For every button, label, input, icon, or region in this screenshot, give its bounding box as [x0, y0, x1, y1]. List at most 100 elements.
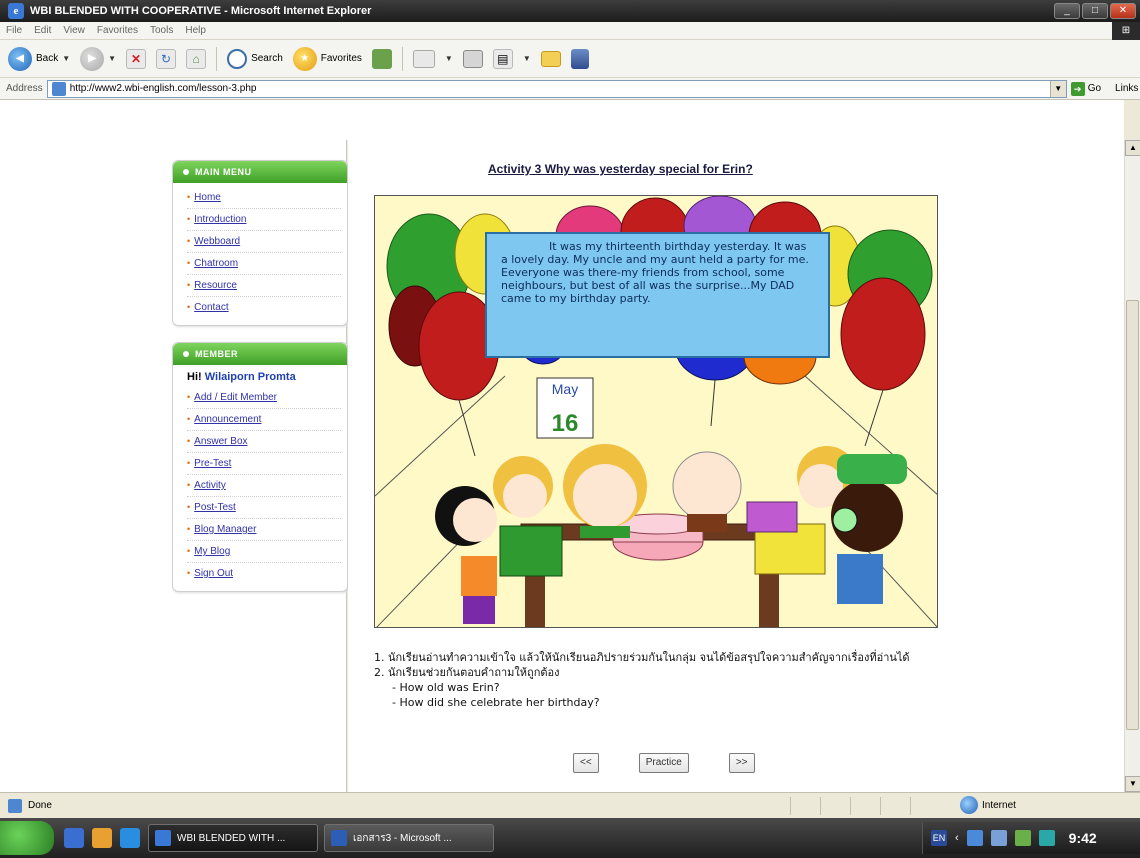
address-input[interactable]: http://www2.wbi-english.com/lesson-3.php… — [46, 79, 1067, 98]
ie-quicklaunch-icon[interactable] — [120, 828, 140, 848]
menu-view[interactable]: View — [63, 25, 85, 36]
toolbar-separator — [216, 46, 218, 71]
quicklaunch-icon[interactable] — [92, 828, 112, 848]
task-ie-window[interactable]: WBI BLENDED WITH ... — [148, 824, 318, 852]
member-menu-item-answer-box[interactable]: • Answer Box — [187, 431, 341, 453]
security-icon[interactable] — [1038, 830, 1055, 846]
practice-button[interactable]: Practice — [638, 753, 689, 773]
member-menu-item-blog-manager[interactable]: • Blog Manager — [187, 519, 341, 541]
clock[interactable]: 9:42 — [1069, 830, 1097, 846]
member-menu-item-pre-test[interactable]: • Pre-Test — [187, 453, 341, 475]
main-menu-item-introduction[interactable]: • Introduction — [187, 209, 341, 231]
main-menu-item-chatroom[interactable]: • Chatroom — [187, 253, 341, 275]
refresh-icon[interactable]: ↻ — [156, 48, 177, 69]
story-text: It was my thirteenth birthday yesterday.… — [501, 240, 809, 305]
link-sign-out[interactable]: Sign Out — [194, 568, 233, 579]
link-chatroom[interactable]: Chatroom — [194, 258, 238, 269]
link-home[interactable]: Home — [194, 192, 221, 203]
link-introduction[interactable]: Introduction — [194, 214, 246, 225]
back-button[interactable]: ◀ Back ▼ — [8, 46, 70, 71]
main-menu-header: MAIN MENU — [173, 161, 347, 183]
question-2: - How did she celebrate her birthday? — [392, 696, 600, 709]
ie-icon: e — [8, 3, 24, 19]
main-menu-item-contact[interactable]: • Contact — [187, 297, 341, 319]
search-icon — [227, 48, 248, 69]
member-menu-item-activity[interactable]: • Activity — [187, 475, 341, 497]
link-resource[interactable]: Resource — [194, 280, 237, 291]
link-webboard[interactable]: Webboard — [194, 236, 240, 247]
link-announcement[interactable]: Announcement — [194, 414, 261, 425]
dropdown-arrow-icon[interactable]: ▼ — [62, 54, 70, 63]
print-icon[interactable] — [462, 49, 483, 68]
previous-button[interactable]: << — [573, 753, 599, 773]
link-add-edit-member[interactable]: Add / Edit Member — [194, 392, 277, 403]
forward-button[interactable]: ▶ ▼ — [80, 46, 116, 71]
windows-logo-icon: ⊞ — [1112, 22, 1140, 40]
scroll-down-icon[interactable]: ▼ — [1125, 776, 1140, 792]
member-name: Wilaiporn Promta — [204, 371, 296, 383]
menu-tools[interactable]: Tools — [150, 25, 173, 36]
instructions: 1. นักเรียนอ่านทำความเข้าใจ แล้วให้นักเร… — [374, 650, 994, 710]
start-button[interactable] — [0, 821, 54, 855]
minimize-button[interactable]: _ — [1054, 3, 1080, 19]
main-menu-item-webboard[interactable]: • Webboard — [187, 231, 341, 253]
menu-favorites[interactable]: Favorites — [97, 25, 138, 36]
folder-icon[interactable] — [540, 50, 561, 67]
media-icon[interactable] — [371, 48, 392, 69]
dropdown-arrow-icon[interactable]: ▼ — [523, 54, 531, 63]
link-blog-manager[interactable]: Blog Manager — [194, 524, 256, 535]
links-button[interactable]: Links — [1115, 83, 1138, 94]
network-icon[interactable] — [966, 830, 983, 846]
calendar-month: May — [552, 381, 578, 397]
mail-icon[interactable] — [412, 49, 435, 68]
question-1: - How old was Erin? — [392, 681, 500, 694]
dropdown-arrow-icon[interactable]: ▼ — [108, 54, 116, 63]
menu-help[interactable]: Help — [185, 25, 206, 36]
task-ie-label: WBI BLENDED WITH ... — [177, 832, 286, 844]
bullet-icon: • — [187, 214, 191, 224]
tray-expand-icon[interactable]: ‹ — [955, 832, 959, 844]
ie-icon — [155, 830, 171, 846]
link-my-blog[interactable]: My Blog — [194, 546, 230, 557]
scroll-thumb[interactable] — [1126, 300, 1139, 730]
monitor-icon[interactable] — [990, 830, 1007, 846]
task-word-window[interactable]: เอกสาร3 - Microsoft ... — [324, 824, 494, 852]
address-dropdown-icon[interactable]: ▼ — [1049, 80, 1066, 97]
main-menu-item-home[interactable]: • Home — [187, 187, 341, 209]
stop-icon[interactable]: ✕ — [126, 48, 147, 69]
member-menu-item-my-blog[interactable]: • My Blog — [187, 541, 341, 563]
program-icon[interactable] — [1014, 830, 1031, 846]
dropdown-arrow-icon[interactable]: ▼ — [445, 54, 453, 63]
link-answer-box[interactable]: Answer Box — [194, 436, 247, 447]
status-bar: Done Internet — [0, 792, 1140, 818]
language-indicator[interactable]: EN — [931, 830, 947, 846]
maximize-button[interactable]: □ — [1082, 3, 1108, 19]
menu-bar: File Edit View Favorites Tools Help ⊞ — [0, 22, 1140, 40]
search-button[interactable]: Search — [227, 48, 283, 69]
menu-edit[interactable]: Edit — [34, 25, 51, 36]
member-menu-item-sign-out[interactable]: • Sign Out — [187, 563, 341, 585]
scroll-up-icon[interactable]: ▲ — [1125, 140, 1140, 156]
favorites-button[interactable]: ★ Favorites — [292, 46, 362, 71]
link-activity[interactable]: Activity — [194, 480, 226, 491]
vertical-scrollbar[interactable]: ▲ ▼ — [1124, 140, 1140, 792]
activity-title: Activity 3 Why was yesterday special for… — [488, 162, 753, 176]
member-menu-item-add-edit[interactable]: • Add / Edit Member — [187, 387, 341, 409]
link-contact[interactable]: Contact — [194, 302, 228, 313]
menu-file[interactable]: File — [6, 25, 22, 36]
close-button[interactable]: ✕ — [1110, 3, 1136, 19]
link-pre-test[interactable]: Pre-Test — [194, 458, 231, 469]
main-menu-item-resource[interactable]: • Resource — [187, 275, 341, 297]
left-sidebar: MAIN MENU • Home • Introduction • Webboard … — [0, 140, 348, 792]
messenger-icon[interactable] — [570, 48, 589, 69]
member-menu-item-announcement[interactable]: • Announcement — [187, 409, 341, 431]
next-button[interactable]: >> — [728, 753, 755, 773]
bullet-icon: • — [187, 568, 191, 578]
bullet-icon: • — [187, 480, 191, 490]
show-desktop-icon[interactable] — [64, 828, 84, 848]
member-menu-item-post-test[interactable]: • Post-Test — [187, 497, 341, 519]
edit-icon[interactable]: ▤ — [492, 48, 513, 69]
link-post-test[interactable]: Post-Test — [194, 502, 236, 513]
home-icon[interactable]: ⌂ — [186, 48, 207, 69]
go-button[interactable]: ➔ Go — [1070, 81, 1101, 96]
